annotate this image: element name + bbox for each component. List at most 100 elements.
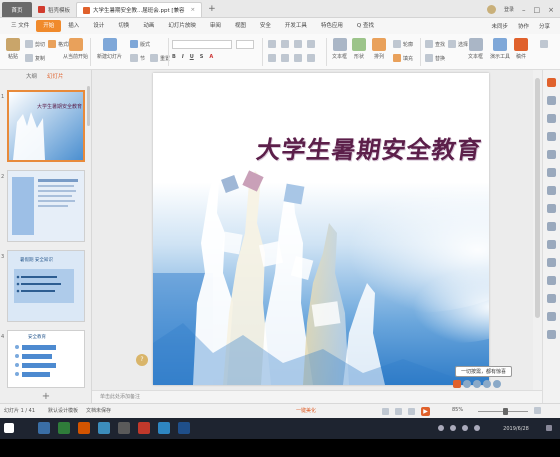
sync-status[interactable]: 未同步 — [491, 22, 508, 30]
share-button[interactable]: 分享 — [539, 22, 550, 30]
outline-button[interactable]: 轮廓 — [393, 40, 413, 48]
text-box-button[interactable]: 文本框 — [332, 38, 347, 60]
font-color-button[interactable]: A — [209, 54, 213, 60]
browser-icon[interactable] — [98, 422, 110, 434]
font-icon[interactable] — [547, 258, 556, 267]
indent-icon[interactable] — [294, 40, 302, 48]
align-left-icon[interactable] — [268, 54, 276, 62]
collab-button[interactable]: 协作 — [518, 22, 529, 30]
tab-review[interactable]: 审阅 — [203, 20, 228, 32]
align-center-icon[interactable] — [281, 54, 289, 62]
file-menu[interactable]: 三 文件 — [4, 20, 36, 32]
add-slide-button[interactable]: + — [0, 389, 92, 403]
document-icon[interactable] — [547, 222, 556, 231]
input-method-icon[interactable] — [474, 425, 480, 431]
justify-icon[interactable] — [307, 54, 315, 62]
replace-button[interactable]: 替换 — [425, 54, 445, 62]
section-button[interactable]: 节 — [130, 54, 145, 62]
tab-insert[interactable]: 插入 — [61, 20, 86, 32]
tab-slideshow[interactable]: 幻灯片放映 — [161, 20, 203, 32]
slide-thumbnail-2[interactable] — [7, 170, 85, 242]
slide-thumbnail-1[interactable]: 大学生暑期安全教育 — [7, 90, 85, 162]
backup-icon[interactable] — [547, 312, 556, 321]
tab-outline[interactable]: 大纲 — [26, 72, 37, 80]
pane-scrollbar[interactable] — [87, 86, 90, 126]
new-tab-button[interactable]: + — [202, 2, 222, 17]
tab-slides[interactable]: 幻灯片 — [47, 72, 64, 80]
battery-icon[interactable] — [462, 425, 468, 431]
search-icon[interactable] — [38, 422, 50, 434]
layout-button[interactable]: 版式 — [130, 40, 150, 48]
tab-animations[interactable]: 动画 — [136, 20, 161, 32]
template-icon[interactable] — [547, 204, 556, 213]
normal-view-icon[interactable] — [382, 408, 389, 415]
chart-icon[interactable] — [547, 276, 556, 285]
app-icon[interactable] — [118, 422, 130, 434]
zoom-slider-knob[interactable] — [503, 408, 508, 415]
current-slide[interactable]: 大学生暑期安全教育 — [153, 73, 489, 385]
line-spacing-icon[interactable] — [307, 40, 315, 48]
tab-document[interactable]: 大学生暑期安全教...届班会.ppt [兼容 × — [76, 2, 203, 17]
wps-icon[interactable] — [138, 422, 150, 434]
avatar[interactable] — [486, 5, 496, 14]
editor-scrollbar[interactable] — [533, 70, 542, 390]
font-select[interactable] — [172, 40, 232, 49]
layers-icon[interactable] — [547, 168, 556, 177]
close-window-icon[interactable]: × — [548, 6, 554, 14]
find-button[interactable]: 查找 — [425, 40, 445, 48]
zoom-button[interactable] — [540, 40, 548, 48]
tab-start[interactable]: 开始 — [36, 20, 62, 32]
windows-start-icon[interactable] — [4, 423, 14, 433]
theme-name[interactable]: 默认设计模板 — [48, 407, 78, 414]
animation-icon[interactable] — [547, 132, 556, 141]
copy-button[interactable]: 复制 — [25, 54, 45, 62]
history-icon[interactable] — [547, 240, 556, 249]
network-icon[interactable] — [438, 425, 444, 431]
presentation-tools-button[interactable]: 演示工具 — [490, 38, 510, 60]
zoom-level[interactable]: 85% — [452, 407, 463, 413]
new-slide-button[interactable]: 新建幻灯片 — [97, 38, 122, 60]
close-tab-icon[interactable]: × — [191, 7, 196, 13]
reading-view-icon[interactable] — [408, 408, 415, 415]
save-status[interactable]: 文档未保存 — [86, 407, 111, 414]
maximize-icon[interactable]: □ — [534, 6, 541, 14]
palette-icon[interactable] — [547, 150, 556, 159]
strike-button[interactable]: S — [200, 54, 204, 60]
gear-icon[interactable] — [483, 380, 491, 388]
paste-button[interactable]: 粘贴 — [6, 38, 20, 60]
volume-icon[interactable] — [450, 425, 456, 431]
pen-icon[interactable] — [463, 380, 471, 388]
app-icon[interactable] — [78, 422, 90, 434]
italic-button[interactable]: I — [182, 54, 184, 60]
notes-field[interactable]: 单击此处添加备注 — [92, 390, 542, 403]
notifications-icon[interactable] — [546, 425, 552, 431]
taskbar-clock[interactable]: 2019/6/28 — [494, 426, 538, 432]
numbering-icon[interactable] — [281, 40, 289, 48]
fit-window-icon[interactable] — [534, 407, 541, 414]
table-icon[interactable] — [547, 294, 556, 303]
tab-features[interactable]: 特色应用 — [314, 20, 350, 32]
manuscript-button[interactable]: 稿件 — [514, 38, 528, 60]
assistant-icon[interactable]: ? — [136, 354, 148, 366]
play-from-current-button[interactable]: 从当前开始 — [63, 38, 88, 60]
app-icon[interactable] — [158, 422, 170, 434]
fill-button[interactable]: 填充 — [393, 54, 413, 62]
beautify-button[interactable]: 一键美化 — [296, 407, 316, 414]
slide-thumbnail-3[interactable]: 暑假期 安全知识 — [7, 250, 85, 322]
align-right-icon[interactable] — [294, 54, 302, 62]
slide-thumbnail-4[interactable]: 安全教育 — [7, 330, 85, 388]
scrollbar-thumb[interactable] — [535, 78, 540, 318]
smart-text-button[interactable]: 文本框 — [468, 38, 483, 60]
arrange-button[interactable]: 排列 — [372, 38, 386, 60]
slide-title[interactable]: 大学生暑期安全教育 — [255, 130, 485, 165]
play-slideshow-button[interactable]: ▶ — [421, 407, 430, 416]
share-icon[interactable] — [493, 380, 501, 388]
reset-button[interactable]: 重置 — [150, 54, 170, 62]
tab-security[interactable]: 安全 — [253, 20, 278, 32]
bullets-icon[interactable] — [268, 40, 276, 48]
bold-button[interactable]: B — [172, 54, 176, 60]
tab-design[interactable]: 设计 — [86, 20, 111, 32]
minimize-icon[interactable]: – — [522, 6, 526, 14]
app-icon[interactable] — [178, 422, 190, 434]
tab-developer[interactable]: 开发工具 — [278, 20, 314, 32]
